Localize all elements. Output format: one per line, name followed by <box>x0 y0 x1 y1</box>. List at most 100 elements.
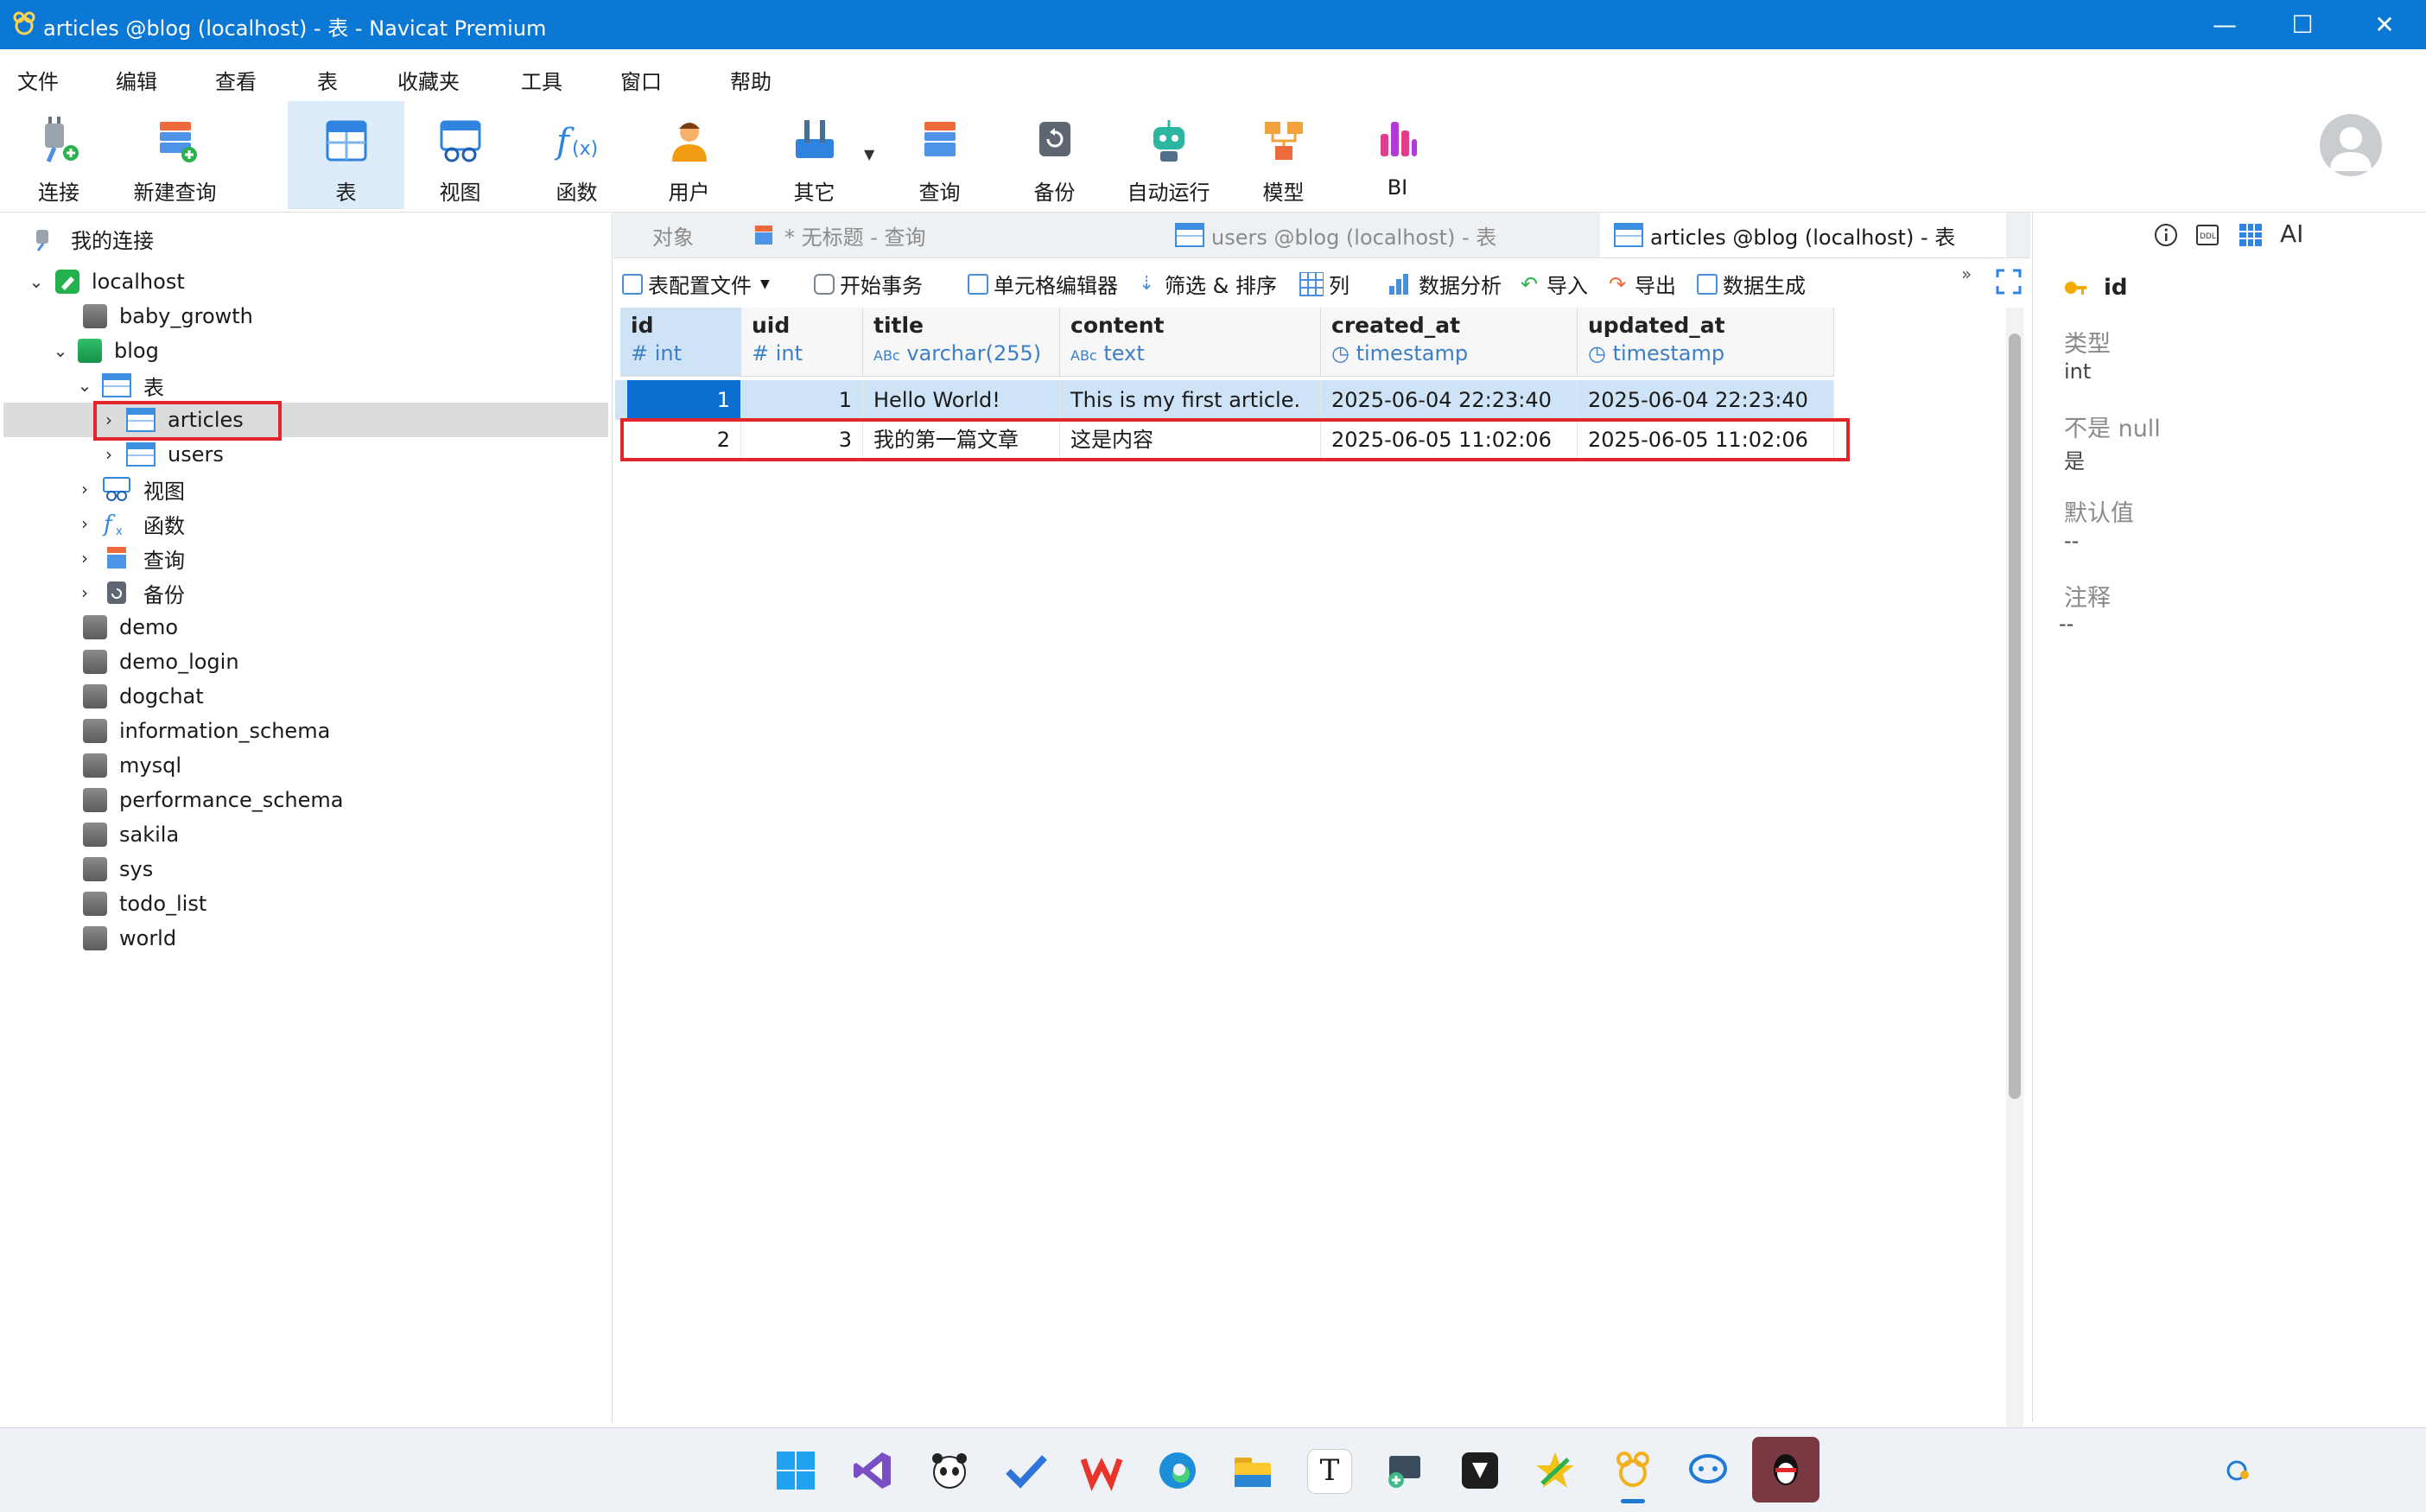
column-header-title[interactable]: title ABc varchar(255) <box>863 308 1060 377</box>
tree-db-mysql[interactable]: mysql <box>83 748 181 783</box>
begin-transaction-button[interactable]: 开始事务 <box>814 269 923 299</box>
menu-file[interactable]: 文件 <box>17 65 59 95</box>
tree-db-information-schema[interactable]: information_schema <box>83 714 330 748</box>
fullscreen-button[interactable] <box>1996 269 2022 295</box>
function-button[interactable]: f (x) 函数 <box>540 101 613 209</box>
ai-icon[interactable]: AI <box>2280 219 2303 248</box>
grid-icon[interactable] <box>2237 221 2264 249</box>
other-button[interactable]: 其它 <box>778 101 851 209</box>
tree-db-blog[interactable]: ⌄ blog <box>50 334 159 368</box>
panda-app-icon[interactable] <box>928 1449 971 1492</box>
menu-tools[interactable]: 工具 <box>521 65 562 95</box>
tree-localhost[interactable]: ⌄ localhost <box>26 264 185 299</box>
expand-chevron-icon[interactable]: › <box>74 582 95 603</box>
tab-objects[interactable]: 对象 <box>613 213 733 257</box>
cell-editor-button[interactable]: 单元格编辑器 <box>968 269 1118 299</box>
maximize-button[interactable]: ☐ <box>2264 0 2341 49</box>
close-button[interactable]: ✕ <box>2346 0 2423 49</box>
chat-bubble-icon[interactable] <box>1686 1449 1730 1492</box>
tab-untitled-query[interactable]: * 无标题 - 查询 <box>743 213 1166 257</box>
tree-db-performance-schema[interactable]: performance_schema <box>83 783 343 817</box>
remote-desktop-icon[interactable] <box>1382 1449 1426 1492</box>
column-header-content[interactable]: content ABc text <box>1060 308 1321 377</box>
table-cell[interactable]: Hello World! <box>863 380 1060 420</box>
tree-tables-node[interactable]: ⌄ 表 <box>74 368 164 403</box>
export-button[interactable]: ↷ 导出 <box>1609 269 1676 299</box>
tree-db-dogchat[interactable]: dogchat <box>83 679 204 714</box>
column-header-updated-at[interactable]: updated_at ◷ timestamp <box>1578 308 1834 377</box>
table-profile-button[interactable]: 表配置文件 ▼ <box>622 269 770 299</box>
tree-db-demo-login[interactable]: demo_login <box>83 645 239 679</box>
wps-office-icon[interactable] <box>1080 1449 1123 1492</box>
table-cell[interactable]: 2025-06-04 22:23:40 <box>1578 380 1834 420</box>
menu-favorites[interactable]: 收藏夹 <box>397 65 460 95</box>
columns-button[interactable]: 列 <box>1299 269 1350 299</box>
connect-button[interactable]: 连接 <box>24 101 93 209</box>
table-cell[interactable]: 1 <box>741 380 863 420</box>
file-explorer-icon[interactable] <box>1231 1449 1274 1492</box>
visual-studio-icon[interactable] <box>851 1449 894 1492</box>
expand-chevron-icon[interactable]: › <box>74 513 95 534</box>
tree-db-demo[interactable]: demo <box>83 610 178 645</box>
menu-help[interactable]: 帮助 <box>730 65 772 95</box>
windows-start-icon[interactable] <box>774 1449 817 1492</box>
grid-scrollbar-track[interactable] <box>2006 308 2023 1427</box>
grid-scrollbar-thumb[interactable] <box>2009 334 2021 1099</box>
tree-functions-node[interactable]: › f x 函数 <box>74 506 185 541</box>
tree-db-baby-growth[interactable]: baby_growth <box>83 299 253 334</box>
table-button[interactable]: 表 <box>288 101 404 209</box>
tree-db-world[interactable]: world <box>83 921 176 956</box>
table-cell[interactable]: 1 <box>627 380 741 420</box>
toolbar-overflow-button[interactable]: » <box>1961 264 1972 284</box>
tree-db-sys[interactable]: sys <box>83 852 153 886</box>
expand-chevron-icon[interactable]: › <box>74 548 95 569</box>
expand-chevron-icon[interactable]: ⌄ <box>50 340 71 361</box>
backup-button[interactable]: 备份 <box>1018 101 1091 209</box>
data-generation-button[interactable]: 数据生成 <box>1697 269 1806 299</box>
tree-backups-node[interactable]: › 备份 <box>74 575 185 610</box>
minimize-button[interactable]: — <box>2186 0 2264 49</box>
tab-users[interactable]: users @blog (localhost) - 表 <box>1166 213 1590 257</box>
tray-cloud-icon[interactable] <box>2224 1456 2253 1485</box>
column-header-uid[interactable]: uid # int <box>741 308 863 377</box>
expand-chevron-icon[interactable]: ⌄ <box>74 375 95 396</box>
model-button[interactable]: 模型 <box>1247 101 1320 209</box>
import-button[interactable]: ↶ 导入 <box>1521 269 1588 299</box>
filter-sort-button[interactable]: ⇣ 筛选 & 排序 <box>1139 269 1277 299</box>
table-cell[interactable]: This is my first article. <box>1060 380 1321 420</box>
tree-table-users[interactable]: › users <box>98 437 224 472</box>
navicat-taskbar-icon[interactable] <box>1611 1449 1654 1492</box>
terminal-app-icon[interactable] <box>1458 1449 1502 1492</box>
my-connections-header[interactable]: 我的连接 <box>31 221 154 256</box>
info-icon[interactable] <box>2152 221 2180 249</box>
edge-browser-icon[interactable] <box>1156 1449 1199 1492</box>
table-cell[interactable]: 2025-06-04 22:23:40 <box>1321 380 1578 420</box>
query-button[interactable]: 查询 <box>903 101 976 209</box>
todo-check-icon[interactable] <box>1005 1449 1048 1492</box>
user-avatar[interactable] <box>2320 114 2382 176</box>
user-button[interactable]: 用户 <box>652 101 726 209</box>
bi-button[interactable]: BI <box>1361 101 1434 209</box>
column-header-created-at[interactable]: created_at ◷ timestamp <box>1321 308 1578 377</box>
menu-edit[interactable]: 编辑 <box>116 65 157 95</box>
menu-view[interactable]: 查看 <box>215 65 257 95</box>
expand-chevron-icon[interactable]: › <box>74 479 95 499</box>
ddl-icon[interactable]: DDL <box>2194 221 2221 249</box>
tree-db-sakila[interactable]: sakila <box>83 817 179 852</box>
tree-views-node[interactable]: › 视图 <box>74 472 185 506</box>
tab-articles[interactable]: articles @blog (localhost) - 表 <box>1600 213 2006 257</box>
menu-window[interactable]: 窗口 <box>620 65 662 95</box>
automation-button[interactable]: 自动运行 <box>1119 101 1218 209</box>
new-query-button[interactable]: 新建查询 <box>125 101 225 209</box>
column-header-id[interactable]: id # int <box>620 308 741 377</box>
data-analysis-button[interactable]: 数据分析 <box>1389 269 1502 299</box>
star-app-icon[interactable] <box>1534 1449 1577 1492</box>
qq-active-tile[interactable] <box>1752 1437 1820 1502</box>
tree-queries-node[interactable]: › 查询 <box>74 541 185 575</box>
expand-chevron-icon[interactable]: ⌄ <box>26 271 47 292</box>
other-dropdown-arrow[interactable]: ▼ <box>864 146 874 162</box>
view-button[interactable]: 视图 <box>423 101 497 209</box>
tree-db-todo-list[interactable]: todo_list <box>83 886 206 921</box>
expand-chevron-icon[interactable]: › <box>98 444 119 465</box>
typora-icon[interactable]: T <box>1307 1449 1352 1494</box>
